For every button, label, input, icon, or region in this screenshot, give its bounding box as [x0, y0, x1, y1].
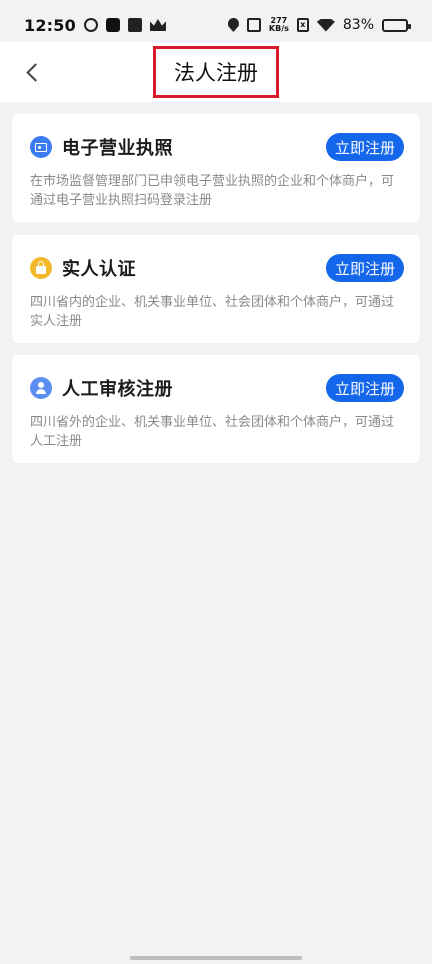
status-left: 12:50: [24, 16, 166, 35]
network-speed: 277 KB/s: [269, 17, 289, 33]
network-speed-unit: KB/s: [268, 24, 289, 33]
mail-icon: [127, 18, 142, 32]
nav-bar: 法人注册: [0, 42, 432, 102]
license-icon: [30, 136, 52, 158]
register-now-button-license[interactable]: 立即注册: [325, 133, 404, 161]
wifi-icon: [316, 18, 335, 32]
card-manual-review: 人工审核注册 立即注册 四川省外的企业、机关事业单位、社会团体和个体商户，可通过…: [12, 355, 420, 463]
page-title-highlight: 法人注册: [153, 46, 279, 98]
card-title: 人工审核注册: [62, 379, 173, 400]
card-title: 电子营业执照: [62, 138, 173, 159]
card-title: 实人认证: [62, 259, 136, 280]
home-indicator[interactable]: [130, 956, 302, 960]
card-electronic-license: 电子营业执照 立即注册 在市场监督管理部门已申领电子营业执照的企业和个体商户，可…: [12, 114, 420, 222]
page-title: 法人注册: [174, 61, 258, 85]
card-description: 在市场监督管理部门已申领电子营业执照的企业和个体商户，可通过电子营业执照扫码登录…: [30, 174, 395, 208]
card-header: 电子营业执照 立即注册: [30, 132, 404, 162]
status-time: 12:50: [24, 15, 76, 35]
no-sim-icon: x: [296, 18, 309, 32]
battery-percent: 83%: [342, 17, 374, 33]
app-notification-icon: [83, 18, 98, 32]
crown-icon: [149, 19, 166, 31]
card-header: 实人认证 立即注册: [30, 253, 404, 283]
register-now-button-manual[interactable]: 立即注册: [325, 374, 404, 402]
card-description: 四川省外的企业、机关事业单位、社会团体和个体商户，可通过人工注册: [30, 415, 395, 449]
location-icon: [227, 18, 239, 32]
person-icon: [30, 377, 52, 399]
tiktok-icon: [105, 18, 120, 32]
back-button[interactable]: [16, 56, 48, 88]
battery-icon: [382, 18, 411, 32]
card-description: 四川省内的企业、机关事业单位、社会团体和个体商户，可通过实人注册: [30, 295, 395, 329]
register-now-button-real-person[interactable]: 立即注册: [325, 254, 404, 282]
card-real-person-auth: 实人认证 立即注册 四川省内的企业、机关事业单位、社会团体和个体商户，可通过实人…: [12, 235, 420, 343]
vibrate-icon: [246, 18, 261, 32]
status-right: 277 KB/s x 83%: [227, 17, 411, 33]
card-header: 人工审核注册 立即注册: [30, 373, 404, 403]
chevron-left-icon: [25, 62, 45, 82]
lock-icon: [30, 257, 52, 279]
